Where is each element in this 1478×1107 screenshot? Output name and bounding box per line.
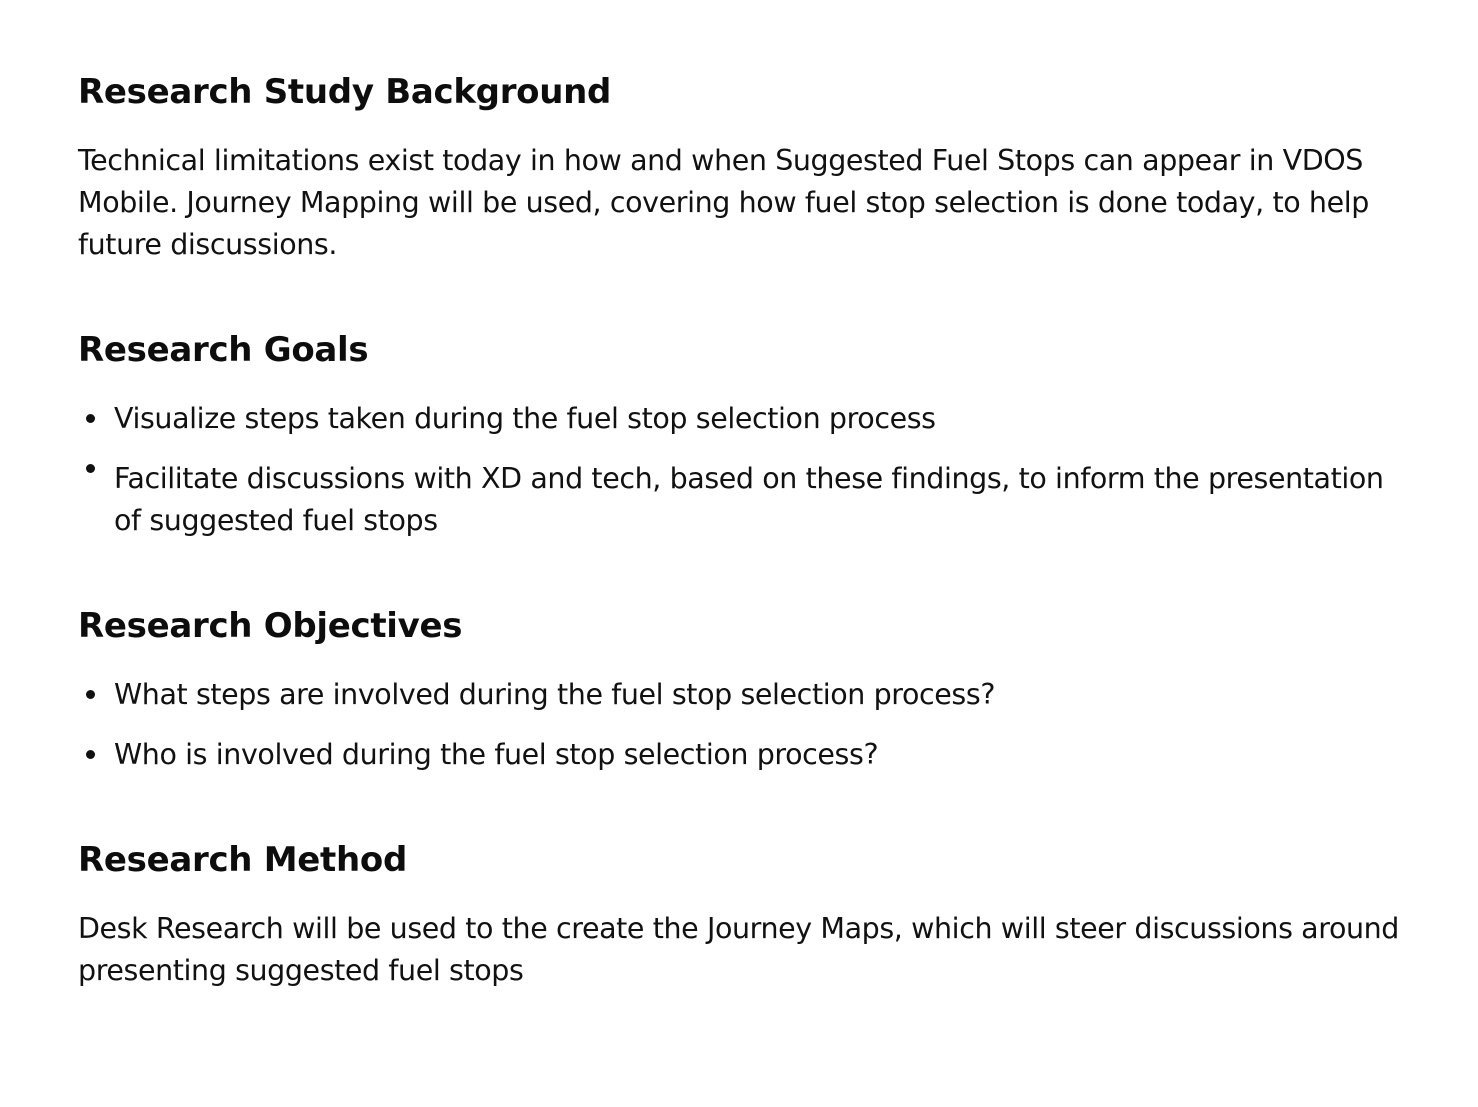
list-item: Facilitate discussions with XD and tech,… (78, 458, 1408, 542)
method-paragraph: Desk Research will be used to the create… (78, 912, 1399, 987)
section-heading-method: Research Method (78, 840, 407, 880)
list-item: What steps are involved during the fuel … (78, 674, 1408, 716)
goal-text: Facilitate discussions with XD and tech,… (114, 462, 1384, 537)
bullet-icon (86, 690, 95, 699)
section-heading-goals: Research Goals (78, 330, 369, 370)
bullet-icon (86, 750, 95, 759)
objective-text: What steps are involved during the fuel … (114, 678, 996, 711)
goal-text: Visualize steps taken during the fuel st… (114, 402, 936, 435)
bullet-icon (86, 464, 95, 473)
bullet-icon (86, 414, 95, 423)
goals-list: Visualize steps taken during the fuel st… (78, 398, 1408, 542)
background-paragraph: Technical limitations exist today in how… (78, 144, 1369, 261)
section-heading-background: Research Study Background (78, 72, 612, 112)
objectives-list: What steps are involved during the fuel … (78, 674, 1408, 776)
section-heading-objectives: Research Objectives (78, 606, 463, 646)
objective-text: Who is involved during the fuel stop sel… (114, 738, 879, 771)
list-item: Visualize steps taken during the fuel st… (78, 398, 1408, 440)
list-item: Who is involved during the fuel stop sel… (78, 734, 1408, 776)
